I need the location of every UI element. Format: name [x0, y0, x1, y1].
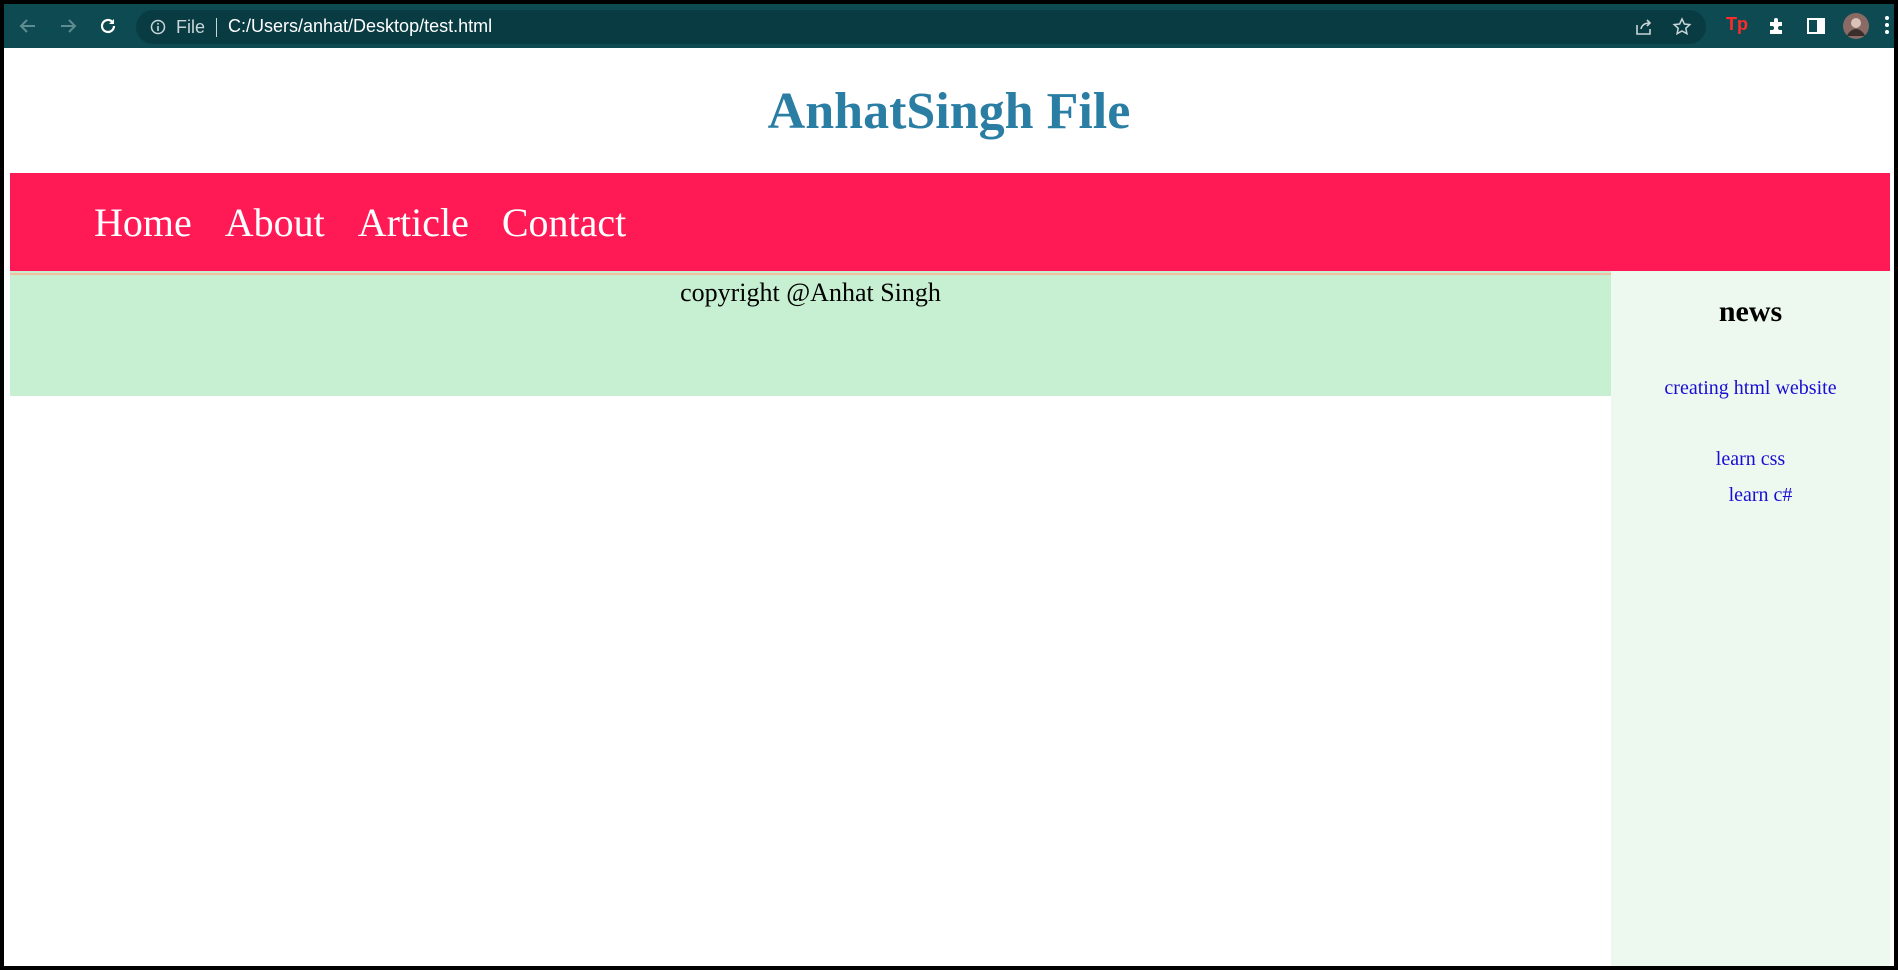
news-link-css[interactable]: learn css: [1611, 448, 1890, 471]
copyright-text: copyright @Anhat Singh: [680, 278, 941, 307]
extensions-puzzle-icon[interactable]: [1766, 16, 1786, 41]
nav-item-contact: Contact: [502, 199, 626, 246]
nav-item-about: About: [225, 199, 325, 246]
browser-window: File C:/Users/anhat/Desktop/test.html Tp…: [4, 4, 1894, 966]
info-icon[interactable]: [150, 19, 166, 40]
profile-avatar-icon[interactable]: [1842, 12, 1870, 45]
menu-dots-icon[interactable]: [1884, 14, 1890, 41]
site-title: AnhatSingh File: [767, 83, 1131, 140]
nav-item-article: Article: [358, 199, 469, 246]
sidebar-title: news: [1718, 295, 1783, 328]
tp-extension-icon[interactable]: Tp: [1726, 14, 1748, 35]
url-text[interactable]: C:/Users/anhat/Desktop/test.html: [228, 16, 492, 37]
back-icon[interactable]: [14, 12, 42, 40]
nav-list: Home About Article Contact: [94, 199, 659, 246]
news-link-html[interactable]: creating html website: [1611, 377, 1890, 400]
forward-icon[interactable]: [54, 12, 82, 40]
address-bar[interactable]: File C:/Users/anhat/Desktop/test.html: [136, 10, 1706, 44]
nav-link-article[interactable]: Article: [358, 200, 469, 245]
side-panel-icon[interactable]: [1806, 16, 1826, 41]
share-icon[interactable]: [1634, 17, 1654, 42]
news-sidebar: news creating html website learn css lea…: [1611, 271, 1890, 966]
nav-link-home[interactable]: Home: [94, 200, 192, 245]
footer: copyright @Anhat Singh: [10, 276, 1611, 396]
nav-link-contact[interactable]: Contact: [502, 200, 626, 245]
reload-icon[interactable]: [94, 12, 122, 40]
nav-item-home: Home: [94, 199, 192, 246]
bookmark-star-icon[interactable]: [1672, 17, 1692, 42]
news-link-csharp[interactable]: learn c#: [1631, 484, 1890, 507]
nav-link-about[interactable]: About: [225, 200, 325, 245]
file-scheme-label: File: [176, 17, 206, 37]
address-separator: [216, 18, 217, 37]
browser-toolbar: File C:/Users/anhat/Desktop/test.html Tp: [4, 4, 1894, 48]
main-navbar: Home About Article Contact: [10, 173, 1890, 271]
